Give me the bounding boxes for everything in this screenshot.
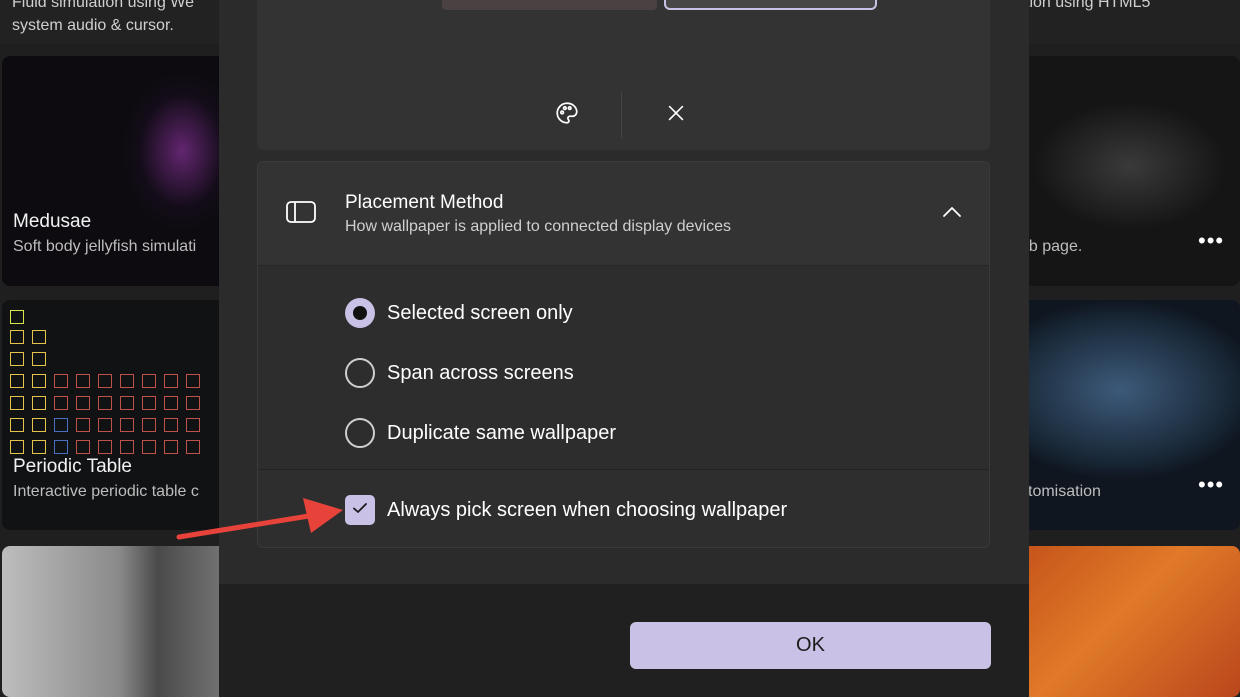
element-cell: [32, 440, 46, 454]
element-cell: [76, 418, 90, 432]
card-description: Interactive periodic table c: [13, 483, 199, 500]
element-cell: [54, 418, 68, 432]
element-cell: [10, 418, 24, 432]
more-options-icon[interactable]: •••: [1198, 474, 1224, 496]
radio-selected-screen-only[interactable]: Selected screen only: [345, 298, 573, 328]
screen-thumbnail-selected[interactable]: [664, 0, 877, 10]
more-options-icon[interactable]: •••: [1198, 230, 1224, 252]
element-cell: [10, 330, 24, 344]
card-description: stomisation: [1020, 483, 1101, 500]
element-cell: [32, 374, 46, 388]
wallpaper-card[interactable]: stomisation •••: [1020, 300, 1240, 530]
radio-span-across-screens[interactable]: Span across screens: [345, 358, 574, 388]
element-cell: [142, 418, 156, 432]
element-cell: [54, 374, 68, 388]
element-cell: [164, 418, 178, 432]
chevron-up-icon[interactable]: [941, 204, 963, 225]
radio-duplicate-same-wallpaper[interactable]: Duplicate same wallpaper: [345, 418, 616, 448]
card-description: tion using HTML5: [1025, 0, 1151, 11]
radio-button[interactable]: [345, 358, 375, 388]
placement-method-section: Placement Method How wallpaper is applie…: [257, 161, 990, 548]
radio-button[interactable]: [345, 418, 375, 448]
checkbox-label: Always pick screen when choosing wallpap…: [387, 498, 788, 521]
always-pick-screen-row: Always pick screen when choosing wallpap…: [258, 470, 989, 547]
always-pick-screen-checkbox-row[interactable]: Always pick screen when choosing wallpap…: [345, 495, 787, 525]
element-cell: [10, 352, 24, 366]
element-cell: [186, 440, 200, 454]
element-cell: [32, 352, 46, 366]
element-cell: [10, 310, 24, 324]
element-cell: [164, 440, 178, 454]
ok-button[interactable]: OK: [630, 622, 991, 669]
element-cell: [164, 374, 178, 388]
element-cell: [142, 374, 156, 388]
element-cell: [76, 440, 90, 454]
element-cell: [98, 396, 112, 410]
element-cell: [10, 396, 24, 410]
customize-button[interactable]: [547, 95, 587, 135]
element-cell: [186, 374, 200, 388]
element-cell: [120, 440, 134, 454]
palette-icon: [554, 100, 580, 131]
element-cell: [10, 374, 24, 388]
element-cell: [54, 440, 68, 454]
card-title: Medusae: [13, 211, 92, 232]
element-cell: [186, 396, 200, 410]
card-description: system audio & cursor.: [12, 17, 174, 34]
radio-label: Span across screens: [387, 361, 574, 384]
radio-label: Selected screen only: [387, 301, 573, 324]
wallpaper-card[interactable]: ub page. •••: [1020, 56, 1240, 286]
element-cell: [120, 418, 134, 432]
wallpaper-card[interactable]: [1020, 546, 1240, 697]
element-cell: [76, 374, 90, 388]
radio-label: Duplicate same wallpaper: [387, 421, 617, 444]
element-cell: [76, 396, 90, 410]
element-cell: [98, 374, 112, 388]
close-icon: [665, 102, 687, 129]
element-cell: [186, 418, 200, 432]
element-cell: [120, 374, 134, 388]
element-cell: [98, 418, 112, 432]
radio-button[interactable]: [345, 298, 375, 328]
element-cell: [10, 440, 24, 454]
placement-method-subtitle: How wallpaper is applied to connected di…: [345, 218, 731, 235]
element-cell: [32, 418, 46, 432]
placement-method-title: Placement Method: [345, 192, 504, 213]
screen-thumbnail[interactable]: [442, 0, 657, 10]
element-cell: [54, 396, 68, 410]
card-description: Soft body jellyfish simulati: [13, 238, 197, 255]
panel-icon: [285, 199, 317, 230]
element-cell: [32, 330, 46, 344]
element-cell: [120, 396, 134, 410]
preview-panel: [257, 0, 990, 150]
checkmark-icon: [351, 501, 369, 520]
element-cell: [142, 396, 156, 410]
dialog-footer: OK: [219, 584, 1029, 697]
element-cell: [98, 440, 112, 454]
placement-dialog: Placement Method How wallpaper is applie…: [219, 0, 1029, 697]
element-cell: [32, 396, 46, 410]
close-button[interactable]: [656, 95, 696, 135]
annotation-arrow-icon: [176, 498, 343, 540]
element-cell: [142, 440, 156, 454]
toolbar-divider: [621, 92, 622, 138]
card-description: Fluid simulation using We: [12, 0, 195, 11]
card-description: ub page.: [1020, 238, 1083, 255]
element-cell: [164, 396, 178, 410]
placement-method-header[interactable]: Placement Method How wallpaper is applie…: [258, 162, 989, 266]
card-title: Periodic Table: [13, 456, 133, 477]
